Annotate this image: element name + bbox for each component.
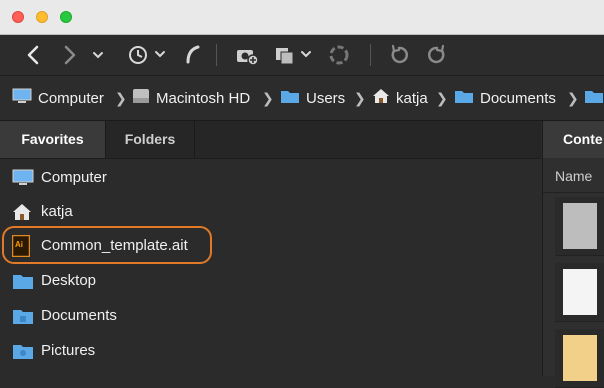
sidebar-item-computer[interactable]: Computer (0, 161, 541, 195)
folder-icon (12, 342, 34, 364)
home-icon (372, 88, 390, 108)
copy-dropdown-button[interactable] (272, 41, 316, 69)
display-icon (12, 88, 32, 108)
display-icon (12, 169, 34, 191)
hard-drive-icon (132, 88, 150, 108)
boomerang-icon (186, 45, 200, 64)
file-thumbnail[interactable] (555, 197, 604, 256)
breadcrumb-macintosh-hd[interactable]: Macintosh HD (132, 76, 250, 120)
sidebar-item-katja[interactable]: katja (0, 195, 541, 229)
stacked-pages-icon (276, 48, 311, 65)
chevron-right-icon: ❯ (262, 90, 274, 106)
sidebar-item-documents[interactable]: Documents (0, 299, 541, 333)
sidebar-item-label: Computer (41, 169, 107, 186)
aperture-button[interactable] (326, 41, 352, 69)
chevron-right-icon: ❯ (115, 90, 127, 106)
path-bar: Computer ❯ Macintosh HD ❯ Users ❯ katja … (0, 76, 604, 121)
sidebar-item-label: Documents (41, 307, 117, 324)
tab-favorites[interactable]: Favorites (0, 121, 105, 158)
sidebar-item-pictures[interactable]: Pictures (0, 334, 541, 368)
file-thumbnail[interactable] (555, 329, 604, 388)
content-title: Conte (543, 121, 604, 158)
home-icon (12, 203, 32, 225)
folder-icon (12, 307, 34, 329)
breadcrumb-label: katja (396, 89, 428, 107)
folder-icon (584, 88, 604, 108)
chevron-right-icon: ❯ (436, 90, 448, 106)
folder-icon (280, 88, 300, 108)
highlight-outline (2, 226, 212, 264)
forward-button[interactable] (60, 41, 80, 69)
rotate-cw-icon (428, 44, 445, 64)
breadcrumb-label: Users (306, 89, 346, 107)
breadcrumb-label: Documents (480, 89, 556, 107)
breadcrumb-katja[interactable]: katja (372, 76, 428, 120)
sidebar-item-label: Desktop (41, 272, 97, 289)
close-window-button[interactable] (12, 11, 24, 23)
content-panel: Conte Name (542, 121, 604, 388)
toolbar (0, 35, 604, 76)
chevron-down-icon (93, 52, 103, 59)
camera-raw-button[interactable] (232, 41, 262, 69)
breadcrumb-next-folder[interactable] (584, 76, 604, 120)
folder-icon (454, 88, 474, 108)
camera-add-icon (237, 50, 259, 66)
rotate-right-button[interactable] (424, 41, 450, 69)
sidebar-tabs: Favorites Folders (0, 121, 541, 159)
breadcrumb-label: Macintosh HD (156, 89, 251, 107)
zoom-window-button[interactable] (60, 11, 72, 23)
folder-icon (12, 272, 34, 294)
breadcrumb-documents[interactable]: Documents (454, 76, 556, 120)
aperture-icon (329, 45, 349, 65)
breadcrumb-computer[interactable]: Computer (12, 76, 104, 120)
sidebar-item-label: katja (41, 203, 73, 220)
chevron-left-icon (27, 45, 39, 65)
chevron-right-icon: ❯ (567, 90, 579, 106)
file-thumbnail[interactable] (555, 263, 604, 322)
title-bar (0, 0, 604, 35)
chevron-right-icon (64, 45, 76, 65)
sidebar-item-desktop[interactable]: Desktop (0, 264, 541, 298)
rotate-ccw-icon (391, 44, 408, 64)
recent-button[interactable] (124, 41, 168, 69)
breadcrumb-users[interactable]: Users (280, 76, 345, 120)
chevron-right-icon: ❯ (354, 90, 366, 106)
breadcrumb-label: Computer (38, 89, 104, 107)
column-header-name[interactable]: Name (543, 159, 604, 193)
history-dropdown-button[interactable] (90, 41, 106, 69)
rotate-left-button[interactable] (386, 41, 412, 69)
sidebar-item-label: Pictures (41, 342, 96, 359)
minimize-window-button[interactable] (36, 11, 48, 23)
reveal-button[interactable] (182, 41, 204, 69)
clock-history-icon (129, 46, 165, 64)
tab-folders[interactable]: Folders (106, 121, 194, 158)
back-button[interactable] (22, 41, 44, 69)
